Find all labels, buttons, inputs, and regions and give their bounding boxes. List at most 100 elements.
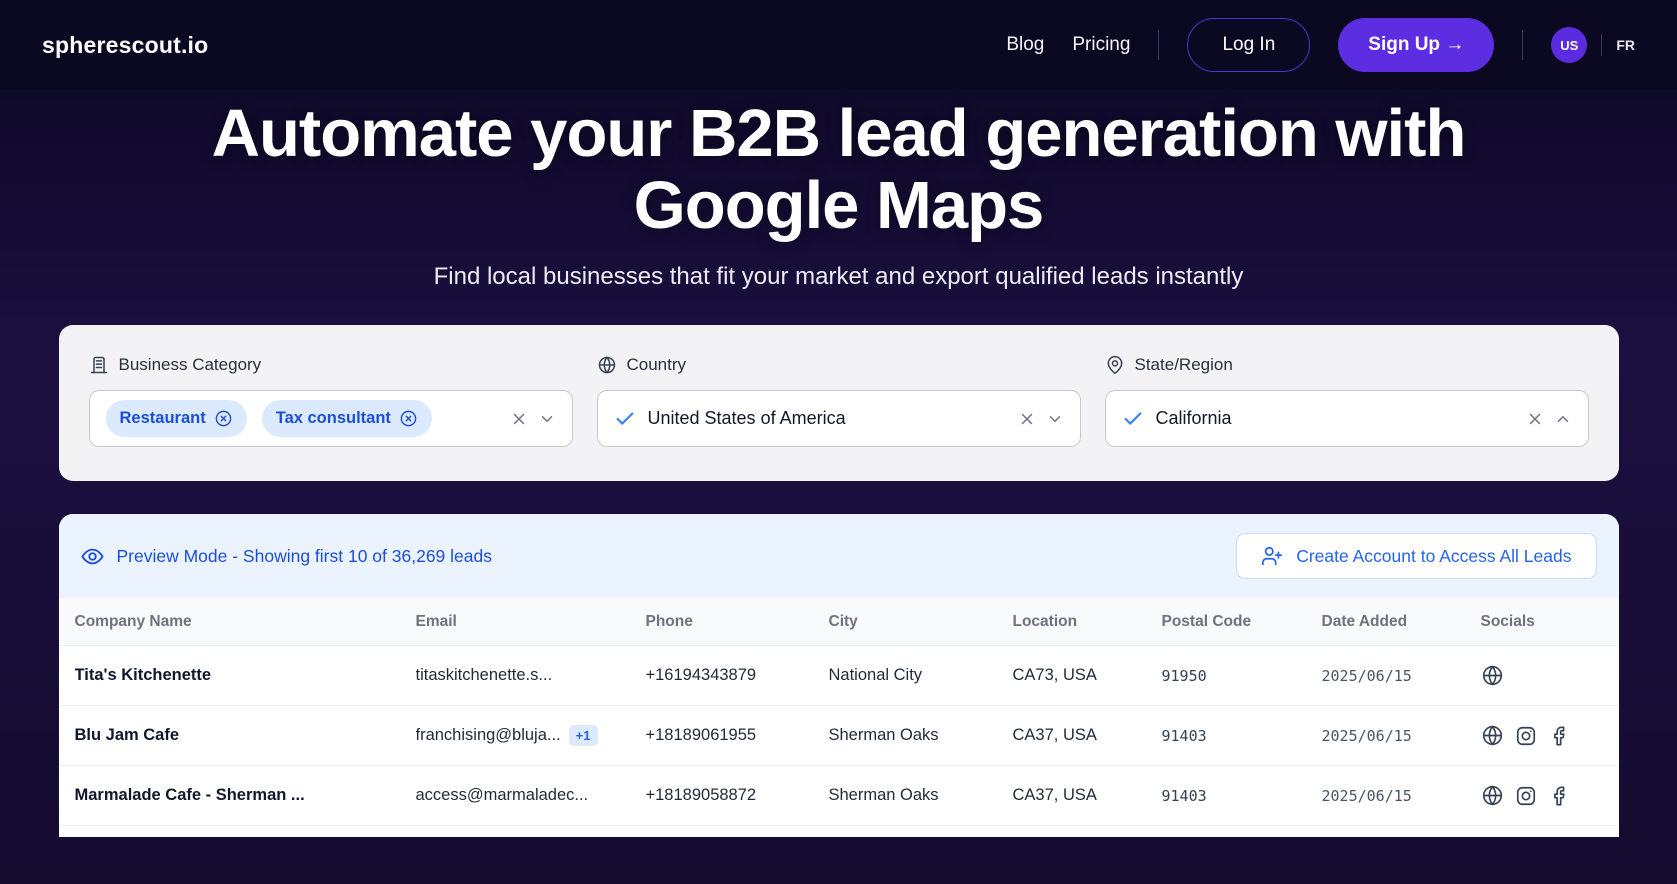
business-category-label: Business Category <box>89 355 573 375</box>
col-date-added: Date Added <box>1321 612 1408 630</box>
check-icon <box>614 408 636 430</box>
category-tag-restaurant[interactable]: Restaurant <box>105 400 247 438</box>
country-label-text: Country <box>626 355 687 375</box>
chevron-down-icon[interactable] <box>538 410 556 428</box>
cell-city: Sherman Oaks <box>828 786 939 805</box>
filter-business-category: Business Category Restaurant Tax consult… <box>88 355 573 448</box>
cell-company: Tita's Kitchenette <box>74 666 212 685</box>
country-select[interactable]: United States of America <box>596 390 1081 448</box>
navbar: spherescout.io Blog Pricing Log In Sign … <box>0 0 1677 90</box>
state-region-label-text: State/Region <box>1134 355 1233 375</box>
hero-title: Automate your B2B lead generation with G… <box>0 98 1677 241</box>
nav-blog[interactable]: Blog <box>1006 34 1044 56</box>
state-region-select[interactable]: California <box>1104 390 1589 448</box>
country-label: Country <box>597 355 1081 375</box>
cell-location: CA73, USA <box>1012 666 1097 685</box>
eye-icon <box>81 545 104 568</box>
website-icon[interactable] <box>1481 664 1504 687</box>
col-city: City <box>828 612 858 630</box>
facebook-icon[interactable] <box>1548 725 1570 747</box>
cell-date-added: 2025/06/15 <box>1321 786 1412 805</box>
nav-links: Blog Pricing Log In Sign Up → US FR <box>1006 18 1635 72</box>
col-phone: Phone <box>645 612 693 630</box>
cell-phone: +18189061955 <box>645 726 757 745</box>
table-row[interactable]: Blu Jam Cafe franchising@bluja... +1 +18… <box>58 705 1619 766</box>
create-account-label: Create Account to Access All Leads <box>1296 545 1572 566</box>
clear-icon[interactable] <box>1526 410 1544 428</box>
cell-date-added: 2025/06/15 <box>1321 726 1412 745</box>
cell-email: access@marmaladec... <box>416 786 646 805</box>
website-icon[interactable] <box>1481 784 1504 807</box>
email-text: titaskitchenette.s... <box>415 666 553 685</box>
language-switcher: US FR <box>1551 27 1635 63</box>
col-company-name: Company Name <box>74 612 192 630</box>
nav-pricing[interactable]: Pricing <box>1072 34 1130 56</box>
table-row[interactable]: Marmalade Cafe - Sherman ... access@marm… <box>58 765 1619 826</box>
cell-socials <box>1481 724 1603 747</box>
chevron-down-icon[interactable] <box>1046 410 1064 428</box>
cell-email: titaskitchenette.s... <box>416 666 646 685</box>
preview-banner-left: Preview Mode - Showing first 10 of 36,26… <box>81 545 492 568</box>
category-tag-tax-consultant[interactable]: Tax consultant <box>261 400 432 438</box>
cell-postal-code: 91403 <box>1161 786 1207 805</box>
check-icon <box>1122 408 1144 430</box>
remove-tag-icon[interactable] <box>399 409 418 428</box>
cell-date-added: 2025/06/15 <box>1321 666 1412 685</box>
lang-us-button[interactable]: US <box>1551 27 1588 63</box>
clear-icon[interactable] <box>1018 410 1036 428</box>
create-account-button[interactable]: Create Account to Access All Leads <box>1236 533 1597 580</box>
signup-button[interactable]: Sign Up → <box>1338 18 1495 72</box>
country-value: United States of America <box>647 408 846 429</box>
cell-phone: +18189058872 <box>645 786 757 805</box>
user-plus-icon <box>1261 545 1283 567</box>
login-button[interactable]: Log In <box>1187 18 1311 72</box>
cell-company: Blu Jam Cafe <box>74 726 180 745</box>
clear-icon[interactable] <box>510 410 528 428</box>
col-location: Location <box>1012 612 1078 630</box>
email-text: access@marmaladec... <box>415 786 589 805</box>
col-postal-code: Postal Code <box>1161 612 1252 630</box>
cell-location: CA37, USA <box>1012 786 1097 805</box>
table-header-row: Company Name Email Phone City Location P… <box>58 598 1619 646</box>
business-category-select[interactable]: Restaurant Tax consultant <box>88 390 573 448</box>
map-pin-icon <box>1105 355 1125 375</box>
table-row[interactable]: Tita's Kitchenette titaskitchenette.s...… <box>58 645 1619 706</box>
facebook-icon[interactable] <box>1548 785 1570 807</box>
cell-postal-code: 91950 <box>1161 666 1207 685</box>
tag-label: Restaurant <box>119 409 206 428</box>
cell-location: CA37, USA <box>1012 726 1097 745</box>
table-row-partial <box>58 825 1619 838</box>
hero-subtitle: Find local businesses that fit your mark… <box>433 263 1244 291</box>
cell-socials <box>1481 664 1603 687</box>
instagram-icon[interactable] <box>1515 725 1537 747</box>
cell-phone: +16194343879 <box>645 666 757 685</box>
cell-email: franchising@bluja... +1 <box>415 725 646 747</box>
globe-icon <box>597 355 617 375</box>
building-icon <box>89 355 109 375</box>
col-email: Email <box>415 612 457 630</box>
cell-postal-code: 91403 <box>1161 726 1207 745</box>
filter-state-region: State/Region California <box>1104 355 1589 448</box>
brand-logo[interactable]: spherescout.io <box>42 32 208 59</box>
hero-title-line2: Google Maps <box>633 167 1045 243</box>
email-text: franchising@bluja... <box>415 726 561 745</box>
hero-section: Automate your B2B lead generation with G… <box>0 90 1677 291</box>
state-region-value: California <box>1155 408 1232 429</box>
lang-divider <box>1601 34 1603 56</box>
leads-table-card: Preview Mode - Showing first 10 of 36,26… <box>58 514 1619 838</box>
tag-label: Tax consultant <box>275 409 391 428</box>
instagram-icon[interactable] <box>1515 785 1537 807</box>
business-category-label-text: Business Category <box>118 355 262 375</box>
state-region-label: State/Region <box>1105 355 1589 375</box>
category-tags: Restaurant Tax consultant <box>105 400 500 438</box>
filter-card: Business Category Restaurant Tax consult… <box>58 325 1619 482</box>
nav-divider-2 <box>1522 30 1524 60</box>
preview-banner: Preview Mode - Showing first 10 of 36,26… <box>58 514 1619 599</box>
chevron-up-icon[interactable] <box>1554 410 1572 428</box>
remove-tag-icon[interactable] <box>214 409 233 428</box>
extra-email-badge[interactable]: +1 <box>568 725 598 747</box>
cell-city: Sherman Oaks <box>828 726 939 745</box>
website-icon[interactable] <box>1481 724 1504 747</box>
cell-company: Marmalade Cafe - Sherman ... <box>74 786 305 805</box>
lang-fr-button[interactable]: FR <box>1616 37 1635 53</box>
